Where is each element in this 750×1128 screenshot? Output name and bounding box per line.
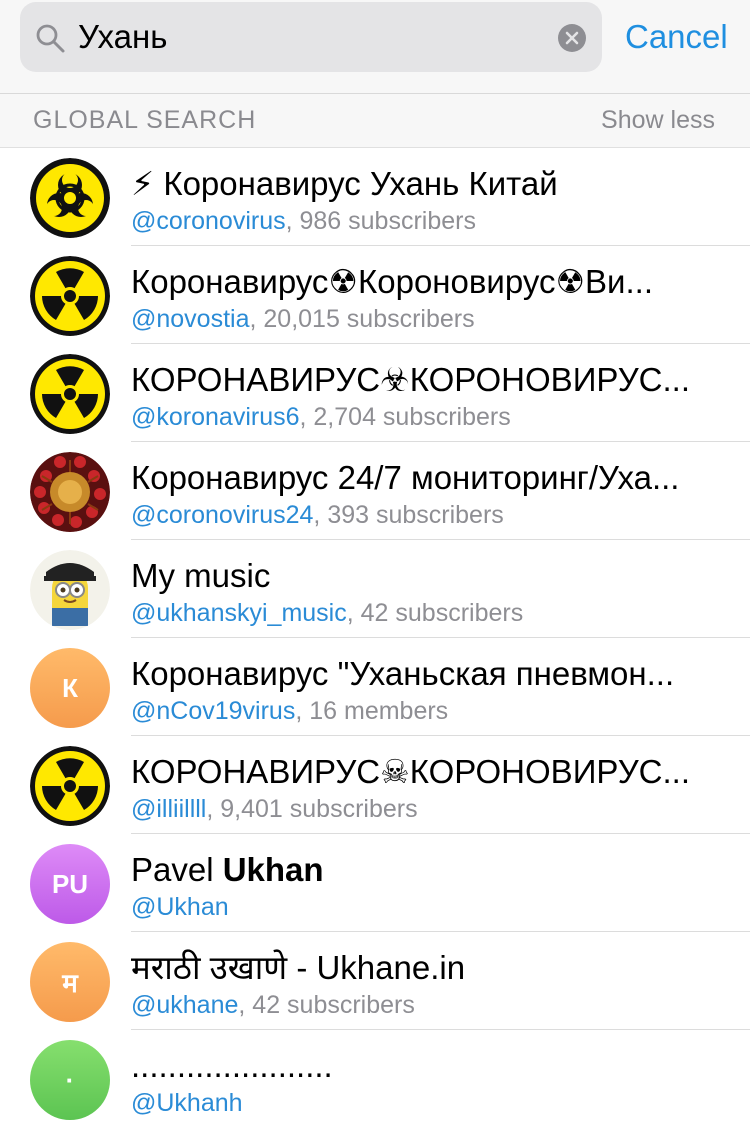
result-subtitle: @Ukhan xyxy=(131,891,731,923)
result-meta: , 9,401 subscribers xyxy=(206,795,418,823)
result-username[interactable]: @Ukhanh xyxy=(131,1089,243,1117)
result-title: ...................... xyxy=(131,1047,333,1084)
result-item[interactable]: म मराठी उखाणे - Ukhane.in @ukhane, 42 su… xyxy=(0,932,750,1030)
result-username[interactable]: @novostia xyxy=(131,305,250,333)
result-username[interactable]: @ukhanskyi_music xyxy=(131,599,347,627)
result-username[interactable]: @koronavirus6 xyxy=(131,403,300,431)
result-meta: , 393 subscribers xyxy=(313,501,504,529)
radiation-icon xyxy=(30,354,110,434)
radiation-icon xyxy=(30,256,110,336)
result-username[interactable]: @coronovirus24 xyxy=(131,501,313,529)
result-subtitle: @Ukhanh xyxy=(131,1087,731,1119)
result-subtitle: @ukhanskyi_music, 42 subscribers xyxy=(131,597,731,629)
result-subtitle: @nCov19virus, 16 members xyxy=(131,695,731,727)
section-title: GLOBAL SEARCH xyxy=(33,106,257,134)
global-search-header: GLOBAL SEARCH Show less xyxy=(0,94,750,148)
result-meta: , 986 subscribers xyxy=(285,207,476,235)
result-item[interactable]: · ...................... @Ukhanh xyxy=(0,1030,750,1128)
close-icon xyxy=(565,31,579,45)
result-username[interactable]: @coronovirus xyxy=(131,207,286,235)
result-username[interactable]: @ukhane xyxy=(131,991,238,1019)
result-meta: , 16 members xyxy=(295,697,449,725)
result-title: КОРОНАВИРУС☣КОРОНОВИРУС... xyxy=(131,361,691,398)
result-item[interactable]: КОРОНАВИРУС☠КОРОНОВИРУС... @illiillll, 9… xyxy=(0,736,750,834)
virus-icon xyxy=(30,452,110,532)
cancel-button[interactable]: Cancel xyxy=(625,16,728,58)
result-item[interactable]: ⚡ Коронавирус Ухань Китай @coronovirus, … xyxy=(0,148,750,246)
result-title-match: Ukhan xyxy=(222,851,324,888)
result-item[interactable]: КОРОНАВИРУС☣КОРОНОВИРУС... @koronavirus6… xyxy=(0,344,750,442)
avatar-initials: म xyxy=(62,968,78,998)
result-item[interactable]: PU Pavel Ukhan @Ukhan xyxy=(0,834,750,932)
result-title: ⚡ Коронавирус Ухань Китай xyxy=(131,165,558,202)
result-username[interactable]: @illiillll xyxy=(131,795,206,823)
result-title: Коронавирус 24/7 мониторинг/Уха... xyxy=(131,459,680,496)
result-meta: , 42 subscribers xyxy=(346,599,524,627)
search-input[interactable]: Ухань xyxy=(20,2,602,72)
result-subtitle: @ukhane, 42 subscribers xyxy=(131,989,731,1021)
result-meta: , 20,015 subscribers xyxy=(249,305,475,333)
biohazard-icon xyxy=(30,158,110,238)
result-title: My music xyxy=(131,557,271,594)
avatar-initials: К xyxy=(62,672,78,703)
result-item[interactable]: My music @ukhanskyi_music, 42 subscriber… xyxy=(0,540,750,638)
result-title: Коронавирус "Уханьская пневмон... xyxy=(131,655,675,692)
search-query: Ухань xyxy=(78,18,168,55)
result-subtitle: @novostia, 20,015 subscribers xyxy=(131,303,731,335)
result-username[interactable]: @nCov19virus xyxy=(131,697,295,725)
letter-avatar: PU xyxy=(30,844,110,924)
result-meta: , 2,704 subscribers xyxy=(299,403,511,431)
show-less-button[interactable]: Show less xyxy=(601,106,715,135)
result-title: मराठी उखाणे - Ukhane.in xyxy=(131,949,466,986)
search-bar: Ухань Cancel xyxy=(0,0,750,94)
radiation-icon xyxy=(30,746,110,826)
avatar-initials: · xyxy=(65,1064,75,1095)
clear-search-button[interactable] xyxy=(558,24,586,52)
avatar-initials: PU xyxy=(51,868,89,899)
letter-avatar: म xyxy=(30,942,110,1022)
letter-avatar: К xyxy=(30,648,110,728)
result-username[interactable]: @Ukhan xyxy=(131,893,229,921)
result-item[interactable]: Коронавирус 24/7 мониторинг/Уха... @coro… xyxy=(0,442,750,540)
result-item[interactable]: К Коронавирус "Уханьская пневмон... @nCo… xyxy=(0,638,750,736)
result-subtitle: @coronovirus24, 393 subscribers xyxy=(131,499,731,531)
result-title: Коронавирус☢Короновирус☢Ви... xyxy=(131,263,653,300)
result-subtitle: @coronovirus, 986 subscribers xyxy=(131,205,731,237)
result-subtitle: @koronavirus6, 2,704 subscribers xyxy=(131,401,731,433)
result-meta: , 42 subscribers xyxy=(238,991,415,1019)
results-list: ⚡ Коронавирус Ухань Китай @coronovirus, … xyxy=(0,148,750,1128)
result-item[interactable]: Коронавирус☢Короновирус☢Ви... @novostia,… xyxy=(0,246,750,344)
search-icon xyxy=(36,24,65,53)
result-title: Pavel Ukhan xyxy=(131,850,731,890)
letter-avatar: · xyxy=(30,1040,110,1120)
result-subtitle: @illiillll, 9,401 subscribers xyxy=(131,793,731,825)
result-title: КОРОНАВИРУС☠КОРОНОВИРУС... xyxy=(131,753,691,790)
result-title-prefix: Pavel xyxy=(131,851,223,888)
minion-icon xyxy=(30,550,110,630)
